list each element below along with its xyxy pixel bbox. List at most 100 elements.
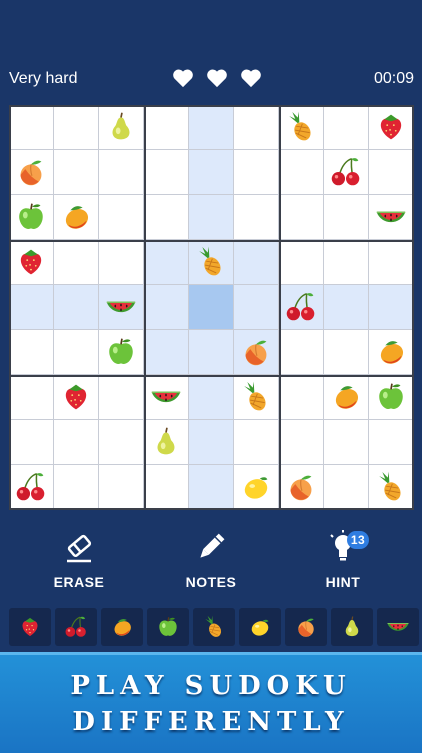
board-cell[interactable] [54, 195, 99, 240]
board-cell[interactable] [54, 465, 99, 510]
board-cell[interactable] [324, 465, 369, 510]
mango-icon [380, 341, 404, 364]
board-cell[interactable] [369, 285, 414, 330]
board-cell[interactable] [189, 195, 234, 240]
board-cell[interactable] [144, 150, 189, 195]
palette-lemon-button[interactable] [239, 608, 281, 646]
hint-button[interactable]: 13 HINT [293, 530, 393, 590]
board-cell[interactable] [54, 420, 99, 465]
board-cell[interactable] [144, 240, 189, 285]
board-cell[interactable] [369, 150, 414, 195]
board-cell[interactable] [369, 195, 414, 240]
board-cell[interactable] [279, 330, 324, 375]
board-cell[interactable] [144, 285, 189, 330]
board-cell[interactable] [324, 330, 369, 375]
board-cell[interactable] [99, 195, 144, 240]
board-cell[interactable] [279, 285, 324, 330]
board-cell[interactable] [369, 420, 414, 465]
cherry-icon [16, 472, 45, 501]
box-divider [144, 105, 146, 510]
palette-pineapple-button[interactable] [193, 608, 235, 646]
board-cell[interactable] [144, 105, 189, 150]
board-cell[interactable] [189, 105, 234, 150]
board-cell[interactable] [99, 105, 144, 150]
board-cell[interactable] [9, 420, 54, 465]
board-cell[interactable] [189, 150, 234, 195]
board-cell[interactable] [234, 285, 279, 330]
board-cell[interactable] [54, 240, 99, 285]
board-cell[interactable] [54, 330, 99, 375]
board-cell[interactable] [99, 150, 144, 195]
palette-peach-button[interactable] [285, 608, 327, 646]
board-cell[interactable] [144, 330, 189, 375]
board-cell[interactable] [189, 285, 234, 330]
board-cell[interactable] [369, 330, 414, 375]
board-cell[interactable] [234, 420, 279, 465]
board-cell[interactable] [9, 195, 54, 240]
palette-strawberry-button[interactable] [9, 608, 51, 646]
board-cell[interactable] [99, 420, 144, 465]
board-cell[interactable] [234, 330, 279, 375]
board-cell[interactable] [189, 240, 234, 285]
board-cell[interactable] [324, 420, 369, 465]
board-cell[interactable] [369, 375, 414, 420]
board-cell[interactable] [54, 150, 99, 195]
board-cell[interactable] [54, 285, 99, 330]
palette-apple-button[interactable] [147, 608, 189, 646]
board-cell[interactable] [279, 375, 324, 420]
palette-mango-button[interactable] [101, 608, 143, 646]
board-cell[interactable] [234, 465, 279, 510]
board-cell[interactable] [234, 195, 279, 240]
mango-icon [114, 618, 131, 636]
board-cell[interactable] [279, 105, 324, 150]
board-cell[interactable] [279, 150, 324, 195]
board-cell[interactable] [9, 105, 54, 150]
board-cell[interactable] [324, 240, 369, 285]
board-cell[interactable] [369, 465, 414, 510]
board-cell[interactable] [99, 330, 144, 375]
board-cell[interactable] [9, 285, 54, 330]
pencil-icon [200, 533, 225, 558]
palette-cherry-button[interactable] [55, 608, 97, 646]
board-cell[interactable] [279, 420, 324, 465]
board-cell[interactable] [144, 195, 189, 240]
board-cell[interactable] [144, 420, 189, 465]
board-cell[interactable] [234, 375, 279, 420]
palette-watermelon-button[interactable] [377, 608, 419, 646]
board-cell[interactable] [234, 150, 279, 195]
board-cell[interactable] [324, 375, 369, 420]
board-cell[interactable] [324, 150, 369, 195]
board-cell[interactable] [99, 375, 144, 420]
board-cell[interactable] [9, 240, 54, 285]
board-cell[interactable] [324, 285, 369, 330]
board-cell[interactable] [9, 150, 54, 195]
toolbar: ERASE NOTES 13 HINT [0, 530, 422, 596]
board-cell[interactable] [99, 465, 144, 510]
board-cell[interactable] [279, 195, 324, 240]
board-cell[interactable] [279, 240, 324, 285]
board-cell[interactable] [99, 285, 144, 330]
board-cell[interactable] [99, 240, 144, 285]
notes-button[interactable]: NOTES [161, 530, 261, 590]
board-cell[interactable] [369, 240, 414, 285]
board-cell[interactable] [369, 105, 414, 150]
palette-pear-button[interactable] [331, 608, 373, 646]
board-cell[interactable] [234, 105, 279, 150]
board-cell[interactable] [54, 375, 99, 420]
erase-button[interactable]: ERASE [29, 530, 129, 590]
board-cell[interactable] [189, 465, 234, 510]
board-cell[interactable] [144, 375, 189, 420]
board-cell[interactable] [189, 375, 234, 420]
board-cell[interactable] [9, 330, 54, 375]
board-cell[interactable] [189, 420, 234, 465]
board-cell[interactable] [9, 375, 54, 420]
board-cell[interactable] [324, 195, 369, 240]
eraser-icon [67, 534, 92, 563]
board-cell[interactable] [189, 330, 234, 375]
board-cell[interactable] [279, 465, 324, 510]
board-cell[interactable] [324, 105, 369, 150]
board-cell[interactable] [9, 465, 54, 510]
board-cell[interactable] [144, 465, 189, 510]
board-cell[interactable] [54, 105, 99, 150]
board-cell[interactable] [234, 240, 279, 285]
